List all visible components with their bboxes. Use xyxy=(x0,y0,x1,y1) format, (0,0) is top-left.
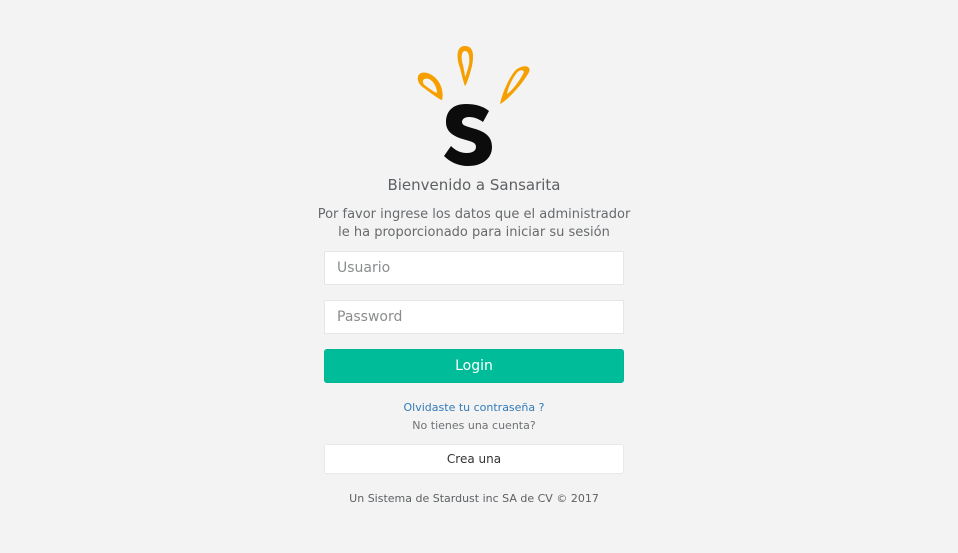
footer-copyright: Un Sistema de Stardust inc SA de CV © 20… xyxy=(349,492,599,505)
welcome-title: Bienvenido a Sansarita xyxy=(387,176,561,194)
password-input[interactable] xyxy=(324,300,624,334)
username-input[interactable] xyxy=(324,251,624,285)
login-instructions: Por favor ingrese los datos que el admin… xyxy=(314,206,634,242)
no-account-text: No tienes una cuenta? xyxy=(412,419,536,432)
instructions-line-1: Por favor ingrese los datos que el admin… xyxy=(317,207,631,222)
forgot-password-link[interactable]: Olvidaste tu contraseña ? xyxy=(324,401,624,414)
sansarita-logo-icon xyxy=(417,46,530,166)
login-page: Bienvenido a Sansarita Por favor ingrese… xyxy=(0,0,958,553)
create-account-button[interactable]: Crea una xyxy=(324,444,624,474)
instructions-line-2: le ha proporcionado para iniciar su sesi… xyxy=(338,225,610,240)
login-button[interactable]: Login xyxy=(324,349,624,383)
